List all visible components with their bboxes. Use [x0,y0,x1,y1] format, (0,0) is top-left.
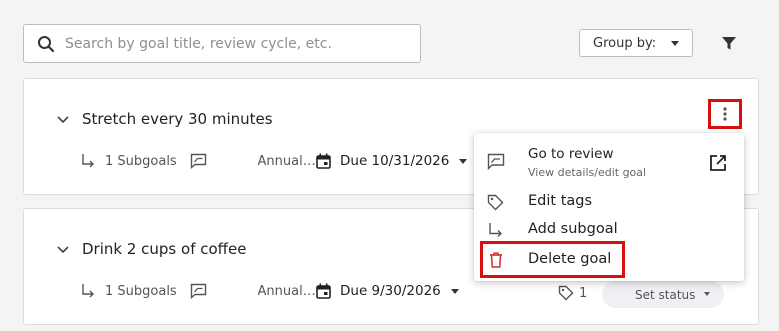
due-date-dropdown[interactable]: Due 10/31/2026 [316,153,468,169]
review-icon [487,153,505,170]
set-status-dropdown[interactable]: Set status [602,281,724,308]
chevron-down-icon[interactable] [56,115,70,124]
goal-title[interactable]: Drink 2 cups of coffee [82,240,246,258]
review-icon [190,153,249,169]
goal-title[interactable]: Stretch every 30 minutes [82,110,273,128]
subgoal-arrow-icon [487,222,504,239]
tags-button[interactable]: 1 [558,285,587,301]
caret-down-icon [704,292,710,296]
open-in-new-icon [709,154,727,172]
menu-item-label: Go to review [528,146,614,162]
menu-item-label: Add subgoal [528,221,618,237]
review-icon [190,283,249,299]
menu-item-edit-tags[interactable]: Edit tags [474,191,744,213]
filter-icon[interactable] [721,35,737,55]
search-input[interactable] [65,35,395,52]
menu-item-label: Delete goal [528,251,612,267]
review-cycle[interactable]: Annual Review 2026 [190,153,316,169]
tag-count: 1 [579,285,588,301]
subgoal-arrow-icon [80,153,96,169]
subgoal-arrow-icon [80,283,96,299]
group-by-label: Group by: [593,35,657,51]
subgoals-count[interactable]: 1 Subgoals [80,153,190,169]
caret-down-icon [459,158,468,164]
search-box[interactable] [23,24,421,63]
caret-down-icon [450,288,459,294]
tag-icon [558,285,574,301]
goal-options-menu: Go to review View details/edit goal Edit… [474,133,744,281]
search-icon [37,35,55,53]
review-cycle[interactable]: Annual Review 2026 [190,283,316,299]
more-options-button[interactable] [708,99,742,129]
more-vertical-icon [723,107,727,121]
menu-item-go-to-review[interactable]: Go to review View details/edit goal [474,143,744,183]
menu-item-delete-goal[interactable]: Delete goal [480,241,625,278]
due-date-dropdown[interactable]: Due 9/30/2026 [316,283,459,299]
calendar-icon [316,283,331,299]
calendar-icon [316,153,331,169]
menu-item-label: Edit tags [528,193,593,209]
trash-icon [489,252,503,268]
menu-item-add-subgoal[interactable]: Add subgoal [474,220,744,242]
menu-item-sublabel: View details/edit goal [528,166,647,179]
subgoals-count[interactable]: 1 Subgoals [80,283,190,299]
group-by-select[interactable]: Group by: [579,29,693,57]
tag-icon [487,194,504,211]
chevron-down-icon[interactable] [56,245,70,254]
caret-down-icon [671,41,679,46]
